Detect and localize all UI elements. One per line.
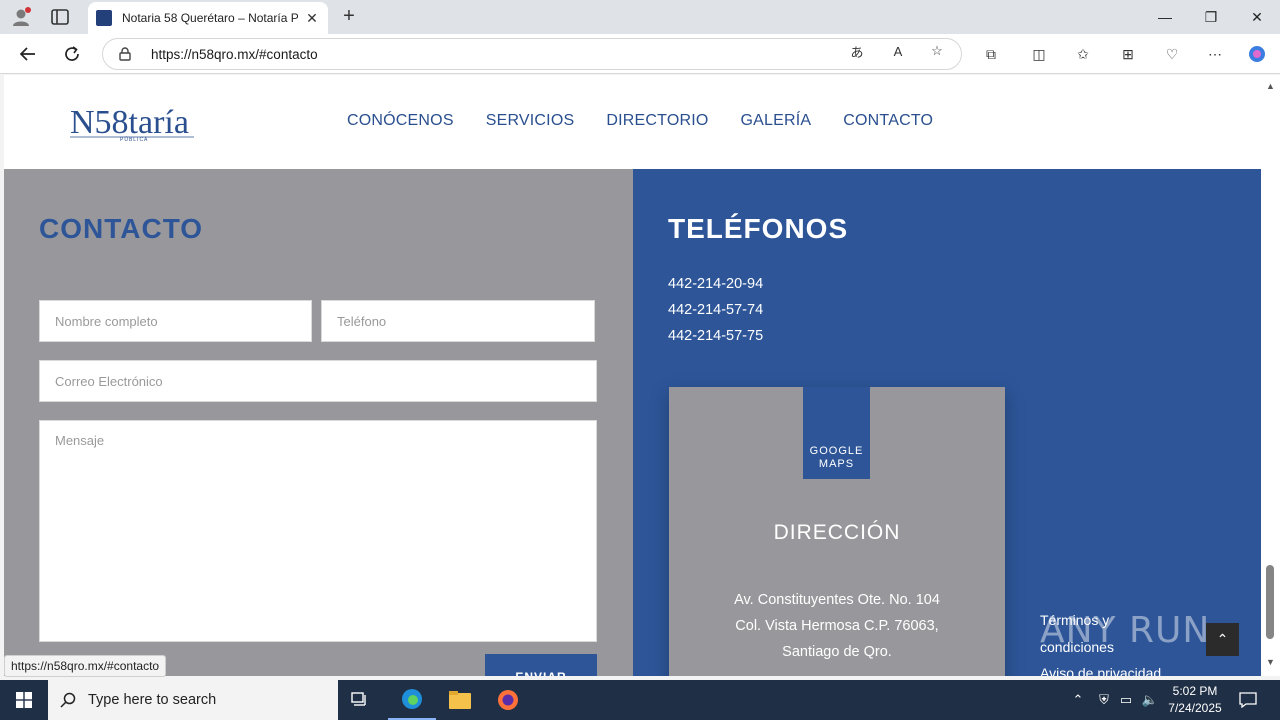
clock-time: 5:02 PM	[1172, 684, 1218, 698]
site-header: N58taría PÚBLICA CONÓCENOS SERVICIOS DIR…	[4, 75, 1261, 169]
site-info-icon[interactable]	[117, 46, 133, 62]
more-options-icon[interactable]: ⋯	[1204, 44, 1226, 64]
phone-number[interactable]: 442-214-57-75	[668, 328, 763, 344]
copilot-icon[interactable]	[1246, 44, 1268, 64]
site-favicon-icon	[96, 10, 112, 26]
minimize-icon[interactable]: —	[1142, 0, 1188, 34]
phone-number[interactable]: 442-214-57-74	[668, 302, 763, 318]
defender-icon[interactable]: ⛨	[1094, 680, 1114, 720]
address-line: Santiago de Qro.	[782, 644, 892, 660]
phones-title: TELÉFONOS	[668, 213, 849, 244]
new-tab-icon[interactable]: +	[338, 4, 360, 28]
browser-essentials-icon[interactable]: ♡	[1161, 44, 1183, 64]
address-line: Col. Vista Hermosa C.P. 76063,	[735, 618, 939, 634]
split-screen-icon[interactable]: ◫	[1028, 44, 1050, 64]
logo-mark-icon: N58taría PÚBLICA	[70, 104, 194, 143]
firefox-icon[interactable]	[484, 680, 532, 720]
taskbar-search[interactable]: Type here to search	[48, 680, 338, 720]
tab-actions-icon[interactable]	[50, 8, 70, 26]
site-logo[interactable]: N58taría PÚBLICA	[68, 99, 198, 143]
task-view-icon[interactable]	[336, 680, 384, 720]
close-window-icon[interactable]: ✕	[1234, 0, 1280, 34]
google-maps-button[interactable]: GOOGLE MAPS	[803, 387, 870, 479]
restore-icon[interactable]: ❐	[1188, 0, 1234, 34]
network-icon[interactable]: ▭	[1116, 680, 1136, 720]
address-line: Av. Constituyentes Ote. No. 104	[734, 592, 940, 608]
back-icon[interactable]	[14, 40, 42, 68]
browser-tab-bar: Notaria 58 Querétaro – Notaría Pública ✕…	[0, 0, 1280, 34]
url-text: https://n58qro.mx/#contacto	[151, 46, 318, 62]
refresh-icon[interactable]	[58, 40, 86, 68]
volume-icon[interactable]: 🔈	[1140, 680, 1160, 720]
favorite-star-icon[interactable]: ☆	[926, 42, 948, 60]
taskbar: Type here to search ⌃ ⛨ ▭ 🔈 5:02 PM 7/24…	[0, 680, 1280, 720]
search-icon	[60, 692, 76, 708]
windows-start-icon[interactable]	[0, 680, 48, 720]
menu-directorio[interactable]: DIRECTORIO	[606, 112, 708, 130]
menu-conocenos[interactable]: CONÓCENOS	[347, 112, 454, 130]
scroll-down-icon[interactable]: ▼	[1266, 657, 1275, 667]
scroll-to-top-button[interactable]: ⌃	[1206, 623, 1239, 656]
info-section: TELÉFONOS 442-214-20-94 442-214-57-74 44…	[633, 169, 1261, 676]
extensions-icon[interactable]: ⧉	[980, 44, 1002, 64]
translate-icon[interactable]: あ	[846, 42, 868, 60]
address-bar[interactable]: https://n58qro.mx/#contacto	[102, 38, 962, 70]
collections-icon[interactable]: ⊞	[1117, 44, 1139, 64]
clock-date: 7/24/2025	[1168, 701, 1222, 715]
privacy-link[interactable]: Aviso de privacidad	[1040, 665, 1161, 676]
taskbar-clock[interactable]: 5:02 PM 7/24/2025	[1160, 683, 1230, 717]
browser-toolbar: https://n58qro.mx/#contacto あ A ☆ ⧉ ◫ ✩ …	[0, 34, 1280, 74]
phone-number[interactable]: 442-214-20-94	[668, 276, 763, 292]
scroll-thumb[interactable]	[1266, 565, 1274, 639]
maps-label: MAPS	[818, 458, 855, 470]
edge-taskbar-icon[interactable]	[388, 680, 436, 720]
maps-label: GOOGLE	[809, 445, 864, 457]
name-input[interactable]	[39, 300, 312, 342]
logo-text: N58taría	[70, 104, 189, 141]
menu-servicios[interactable]: SERVICIOS	[486, 112, 575, 130]
active-tab[interactable]: Notaria 58 Querétaro – Notaría Pública ✕	[88, 2, 328, 34]
main-menu: CONÓCENOS SERVICIOS DIRECTORIO GALERÍA C…	[347, 112, 933, 130]
message-textarea[interactable]	[39, 420, 597, 642]
file-explorer-icon[interactable]	[436, 680, 484, 720]
contact-section: CONTACTO ENVIAR	[4, 169, 633, 676]
address-card: GOOGLE MAPS DIRECCIÓN Av. Constituyentes…	[669, 387, 1005, 676]
chevron-up-icon: ⌃	[1216, 631, 1229, 647]
profile-icon[interactable]	[10, 6, 32, 28]
tab-title: Notaria 58 Querétaro – Notaría Pública	[122, 11, 298, 25]
show-hidden-icons[interactable]: ⌃	[1068, 680, 1088, 720]
page-viewport: N58taría PÚBLICA CONÓCENOS SERVICIOS DIR…	[4, 75, 1261, 676]
email-input[interactable]	[39, 360, 597, 402]
favorites-icon[interactable]: ✩	[1072, 44, 1094, 64]
search-placeholder: Type here to search	[88, 692, 217, 708]
contact-title: CONTACTO	[39, 213, 204, 244]
menu-galeria[interactable]: GALERÍA	[741, 112, 812, 130]
menu-contacto[interactable]: CONTACTO	[843, 112, 933, 130]
submit-button[interactable]: ENVIAR	[485, 654, 597, 676]
link-status-bar: https://n58qro.mx/#contacto	[4, 655, 167, 677]
anyrun-watermark: ANY RUN	[1040, 610, 1211, 651]
phone-input[interactable]	[321, 300, 595, 342]
notifications-icon[interactable]	[1236, 680, 1260, 720]
address-title: DIRECCIÓN	[773, 521, 901, 544]
tab-close-icon[interactable]: ✕	[304, 10, 320, 27]
page-scrollbar[interactable]: ▲ ▼	[1261, 75, 1280, 676]
read-aloud-icon[interactable]: A	[887, 42, 909, 60]
scroll-up-icon[interactable]: ▲	[1266, 81, 1275, 91]
